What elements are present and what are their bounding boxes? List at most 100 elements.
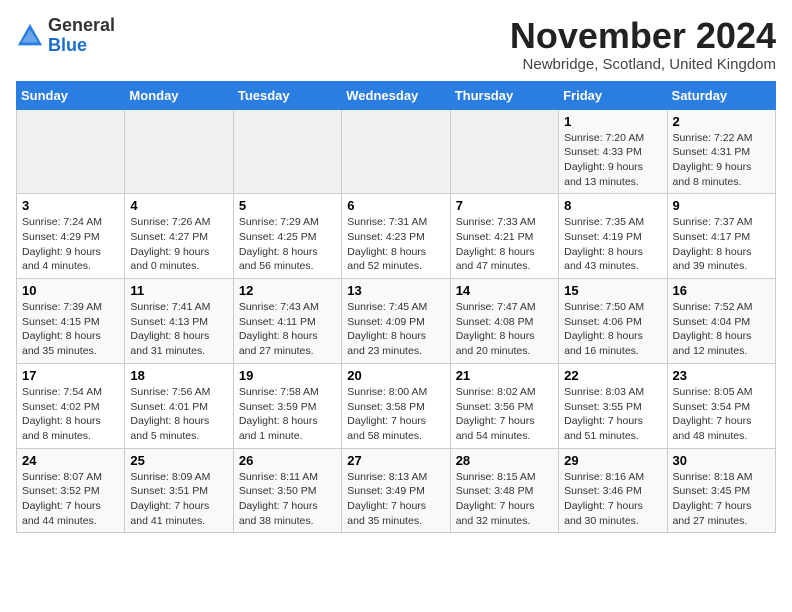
calendar-cell: 2 Sunrise: 7:22 AM Sunset: 4:31 PM Daylig…	[667, 109, 775, 194]
day-number: 5	[239, 198, 336, 213]
day-number: 25	[130, 453, 227, 468]
day-info: Sunrise: 8:18 AM Sunset: 3:45 PM Dayligh…	[673, 470, 770, 529]
day-info: Sunrise: 8:03 AM Sunset: 3:55 PM Dayligh…	[564, 385, 661, 444]
day-number: 17	[22, 368, 119, 383]
calendar-cell: 1Sunrise: 7:20 AM Sunset: 4:33 PM Daylig…	[559, 109, 667, 194]
title-block: November 2024 Newbridge, Scotland, Unite…	[510, 16, 776, 73]
day-number: 12	[239, 283, 336, 298]
calendar-table: SundayMondayTuesdayWednesdayThursdayFrid…	[16, 81, 776, 534]
day-number: 13	[347, 283, 444, 298]
day-number: 9	[673, 198, 770, 213]
day-info: Sunrise: 8:09 AM Sunset: 3:51 PM Dayligh…	[130, 470, 227, 529]
calendar-header-monday: Monday	[125, 81, 233, 109]
day-number: 8	[564, 198, 661, 213]
day-number: 11	[130, 283, 227, 298]
calendar-cell: 25 Sunrise: 8:09 AM Sunset: 3:51 PM Dayli…	[125, 448, 233, 533]
calendar-cell: 19 Sunrise: 7:58 AM Sunset: 3:59 PM Dayli…	[233, 363, 341, 448]
day-number: 6	[347, 198, 444, 213]
day-info: Sunrise: 7:39 AM Sunset: 4:15 PM Dayligh…	[22, 300, 119, 359]
calendar-cell: 9 Sunrise: 7:37 AM Sunset: 4:17 PM Daylig…	[667, 194, 775, 279]
calendar-cell: 30 Sunrise: 8:18 AM Sunset: 3:45 PM Dayli…	[667, 448, 775, 533]
day-info: Sunrise: 8:02 AM Sunset: 3:56 PM Dayligh…	[456, 385, 553, 444]
day-info: Sunrise: 7:24 AM Sunset: 4:29 PM Dayligh…	[22, 215, 119, 274]
day-info: Sunrise: 7:50 AM Sunset: 4:06 PM Dayligh…	[564, 300, 661, 359]
day-number: 22	[564, 368, 661, 383]
calendar-header-row: SundayMondayTuesdayWednesdayThursdayFrid…	[17, 81, 776, 109]
calendar-header-saturday: Saturday	[667, 81, 775, 109]
day-info: Sunrise: 7:31 AM Sunset: 4:23 PM Dayligh…	[347, 215, 444, 274]
logo-icon	[16, 22, 44, 50]
calendar-week-row: 17 Sunrise: 7:54 AM Sunset: 4:02 PM Dayli…	[17, 363, 776, 448]
day-info: Sunrise: 8:16 AM Sunset: 3:46 PM Dayligh…	[564, 470, 661, 529]
calendar-week-row: 1Sunrise: 7:20 AM Sunset: 4:33 PM Daylig…	[17, 109, 776, 194]
calendar-cell: 17 Sunrise: 7:54 AM Sunset: 4:02 PM Dayli…	[17, 363, 125, 448]
calendar-cell	[450, 109, 558, 194]
day-number: 14	[456, 283, 553, 298]
day-number: 21	[456, 368, 553, 383]
day-number: 29	[564, 453, 661, 468]
day-info: Sunrise: 7:47 AM Sunset: 4:08 PM Dayligh…	[456, 300, 553, 359]
day-number: 24	[22, 453, 119, 468]
calendar-cell: 10 Sunrise: 7:39 AM Sunset: 4:15 PM Dayli…	[17, 279, 125, 364]
day-info: Sunrise: 7:22 AM Sunset: 4:31 PM Dayligh…	[673, 131, 770, 190]
day-info: Sunrise: 7:20 AM Sunset: 4:33 PM Dayligh…	[564, 131, 661, 190]
calendar-cell: 27Sunrise: 8:13 AM Sunset: 3:49 PM Dayli…	[342, 448, 450, 533]
day-number: 19	[239, 368, 336, 383]
day-number: 28	[456, 453, 553, 468]
day-number: 15	[564, 283, 661, 298]
day-info: Sunrise: 7:29 AM Sunset: 4:25 PM Dayligh…	[239, 215, 336, 274]
calendar-header-sunday: Sunday	[17, 81, 125, 109]
day-info: Sunrise: 8:15 AM Sunset: 3:48 PM Dayligh…	[456, 470, 553, 529]
calendar-week-row: 24Sunrise: 8:07 AM Sunset: 3:52 PM Dayli…	[17, 448, 776, 533]
day-info: Sunrise: 8:05 AM Sunset: 3:54 PM Dayligh…	[673, 385, 770, 444]
day-number: 16	[673, 283, 770, 298]
calendar-cell: 12 Sunrise: 7:43 AM Sunset: 4:11 PM Dayli…	[233, 279, 341, 364]
calendar-cell: 20Sunrise: 8:00 AM Sunset: 3:58 PM Dayli…	[342, 363, 450, 448]
calendar-cell: 13 Sunrise: 7:45 AM Sunset: 4:09 PM Dayli…	[342, 279, 450, 364]
day-info: Sunrise: 7:45 AM Sunset: 4:09 PM Dayligh…	[347, 300, 444, 359]
calendar-cell: 22 Sunrise: 8:03 AM Sunset: 3:55 PM Dayli…	[559, 363, 667, 448]
calendar-cell: 16 Sunrise: 7:52 AM Sunset: 4:04 PM Dayli…	[667, 279, 775, 364]
day-number: 3	[22, 198, 119, 213]
day-info: Sunrise: 7:54 AM Sunset: 4:02 PM Dayligh…	[22, 385, 119, 444]
day-info: Sunrise: 7:26 AM Sunset: 4:27 PM Dayligh…	[130, 215, 227, 274]
day-number: 30	[673, 453, 770, 468]
calendar-header-thursday: Thursday	[450, 81, 558, 109]
day-number: 10	[22, 283, 119, 298]
logo-text: General Blue	[48, 16, 115, 56]
calendar-cell: 26 Sunrise: 8:11 AM Sunset: 3:50 PM Dayli…	[233, 448, 341, 533]
calendar-cell: 6 Sunrise: 7:31 AM Sunset: 4:23 PM Daylig…	[342, 194, 450, 279]
calendar-cell: 8 Sunrise: 7:35 AM Sunset: 4:19 PM Daylig…	[559, 194, 667, 279]
location: Newbridge, Scotland, United Kingdom	[510, 56, 776, 73]
calendar-cell	[233, 109, 341, 194]
page-header: General Blue November 2024 Newbridge, Sc…	[16, 16, 776, 73]
calendar-cell: 4 Sunrise: 7:26 AM Sunset: 4:27 PM Daylig…	[125, 194, 233, 279]
calendar-week-row: 3 Sunrise: 7:24 AM Sunset: 4:29 PM Daylig…	[17, 194, 776, 279]
calendar-cell: 3 Sunrise: 7:24 AM Sunset: 4:29 PM Daylig…	[17, 194, 125, 279]
day-info: Sunrise: 7:33 AM Sunset: 4:21 PM Dayligh…	[456, 215, 553, 274]
day-info: Sunrise: 7:37 AM Sunset: 4:17 PM Dayligh…	[673, 215, 770, 274]
logo-general: General	[48, 15, 115, 35]
day-info: Sunrise: 7:52 AM Sunset: 4:04 PM Dayligh…	[673, 300, 770, 359]
day-info: Sunrise: 7:35 AM Sunset: 4:19 PM Dayligh…	[564, 215, 661, 274]
calendar-cell	[125, 109, 233, 194]
calendar-week-row: 10 Sunrise: 7:39 AM Sunset: 4:15 PM Dayli…	[17, 279, 776, 364]
calendar-cell: 23Sunrise: 8:05 AM Sunset: 3:54 PM Dayli…	[667, 363, 775, 448]
calendar-cell: 18Sunrise: 7:56 AM Sunset: 4:01 PM Dayli…	[125, 363, 233, 448]
day-info: Sunrise: 8:11 AM Sunset: 3:50 PM Dayligh…	[239, 470, 336, 529]
month-title: November 2024	[510, 16, 776, 56]
calendar-cell: 7 Sunrise: 7:33 AM Sunset: 4:21 PM Daylig…	[450, 194, 558, 279]
day-info: Sunrise: 7:58 AM Sunset: 3:59 PM Dayligh…	[239, 385, 336, 444]
day-number: 7	[456, 198, 553, 213]
day-number: 4	[130, 198, 227, 213]
calendar-cell: 28 Sunrise: 8:15 AM Sunset: 3:48 PM Dayli…	[450, 448, 558, 533]
day-number: 20	[347, 368, 444, 383]
calendar-cell: 21 Sunrise: 8:02 AM Sunset: 3:56 PM Dayli…	[450, 363, 558, 448]
day-number: 26	[239, 453, 336, 468]
calendar-header-tuesday: Tuesday	[233, 81, 341, 109]
day-number: 27	[347, 453, 444, 468]
calendar-cell	[342, 109, 450, 194]
calendar-cell: 11Sunrise: 7:41 AM Sunset: 4:13 PM Dayli…	[125, 279, 233, 364]
day-info: Sunrise: 7:43 AM Sunset: 4:11 PM Dayligh…	[239, 300, 336, 359]
day-number: 2	[673, 114, 770, 129]
